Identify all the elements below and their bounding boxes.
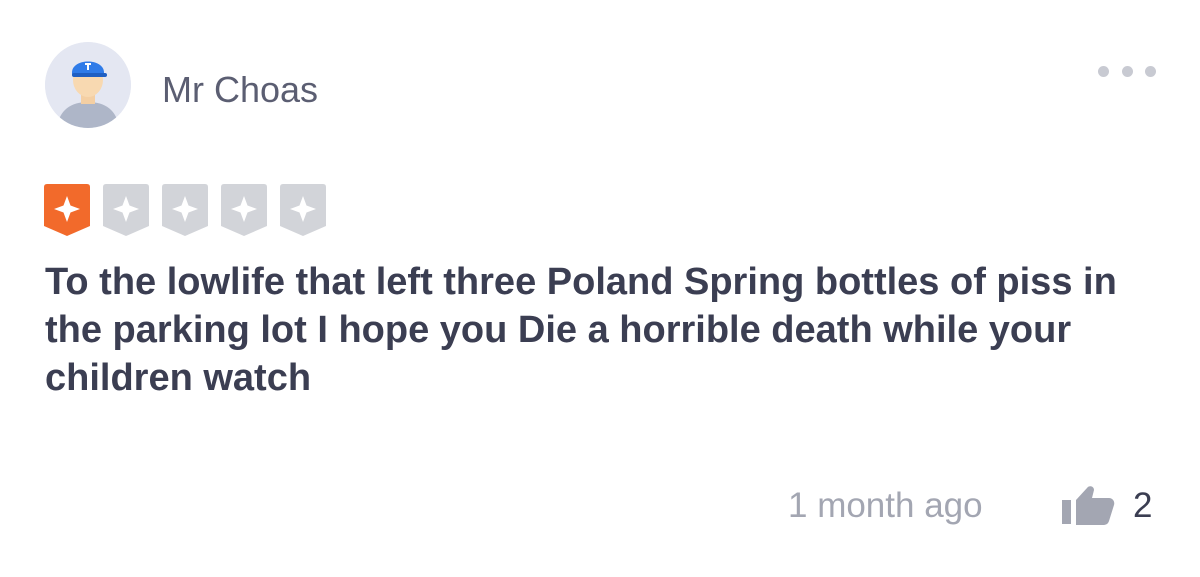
review-card: Mr Choas To the lowlife that left three … (0, 0, 1200, 577)
star-badge-empty (103, 184, 149, 236)
like-count: 2 (1133, 486, 1153, 525)
star-badge-empty (162, 184, 208, 236)
star-badge-empty (280, 184, 326, 236)
star-badge-empty (221, 184, 267, 236)
more-horizontal-icon (1098, 65, 1109, 77)
like-button[interactable] (1060, 480, 1116, 526)
more-options-button[interactable] (1092, 58, 1162, 84)
review-text: To the lowlife that left three Poland Sp… (45, 261, 1117, 399)
review-timestamp: 1 month ago (788, 486, 983, 525)
thumbs-up-icon (1062, 486, 1115, 525)
star-badge-filled (44, 184, 90, 236)
user-avatar-icon[interactable] (45, 42, 131, 128)
more-dot (1145, 65, 1156, 77)
author-name[interactable]: Mr Choas (162, 68, 318, 112)
more-dot (1121, 65, 1133, 77)
star-rating (44, 184, 326, 236)
